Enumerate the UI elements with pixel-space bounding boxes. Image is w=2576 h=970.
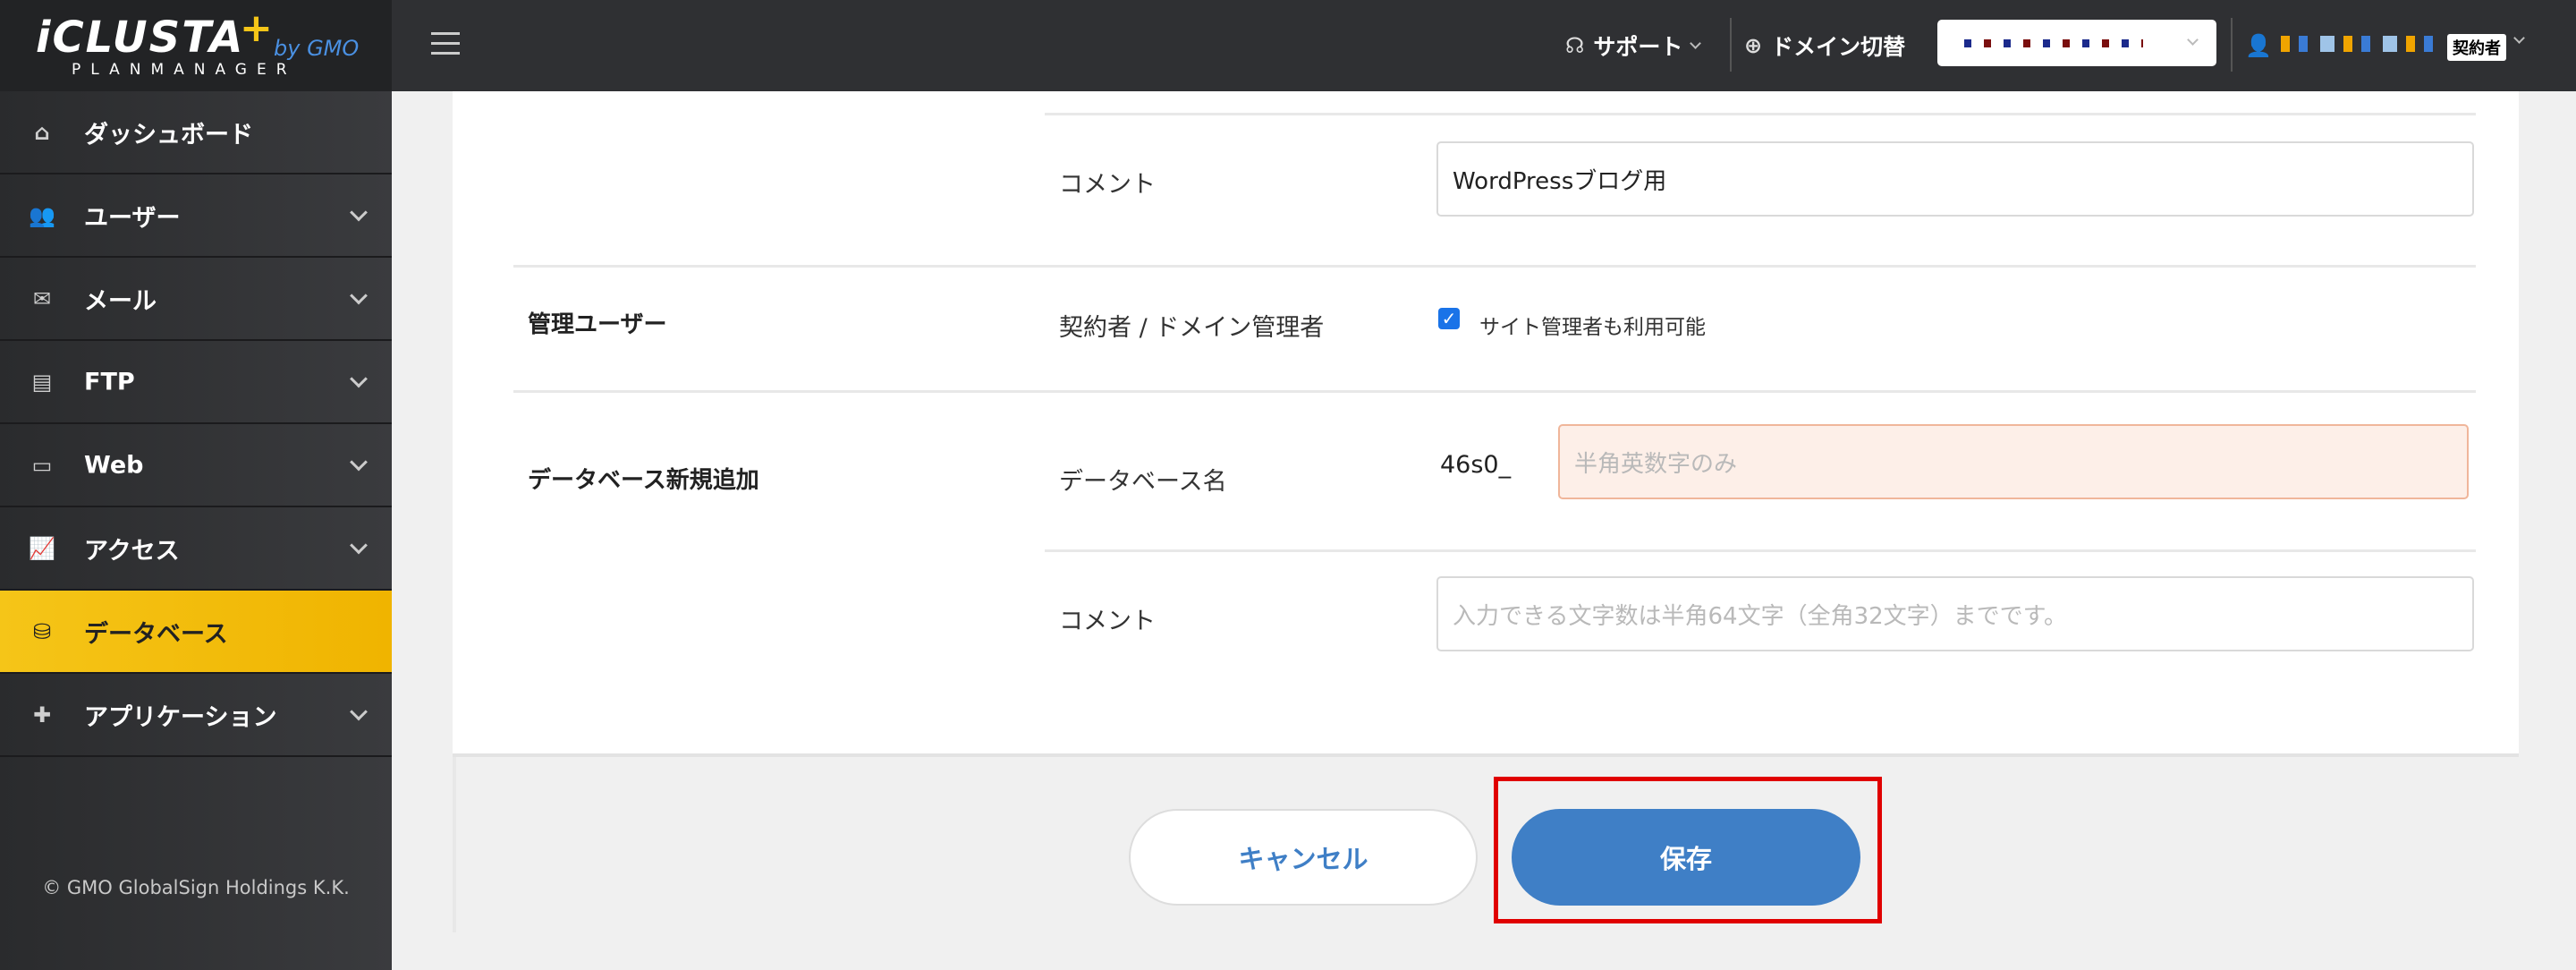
divider [513, 265, 2476, 268]
globe-icon: ⊕ [1744, 33, 1763, 58]
divider [1045, 549, 2476, 552]
chevron-down-icon [350, 702, 368, 720]
chevron-down-icon [1690, 37, 1702, 49]
sidebar-item-dashboard[interactable]: ⌂ ダッシュボード [0, 91, 392, 174]
sidebar-item-label: メール [84, 287, 157, 315]
divider [1045, 113, 2476, 115]
admin-field-label: 契約者 / ドメイン管理者 [1059, 314, 1325, 342]
support-menu[interactable]: ☊ サポート [1565, 0, 1702, 91]
save-button-highlight [1494, 777, 1882, 923]
domain-select[interactable] [1937, 20, 2216, 66]
db-name-input[interactable]: 半角英数字のみ [1558, 424, 2469, 499]
db-name-label: データベース名 [1059, 468, 1227, 496]
support-label: サポート [1593, 34, 1683, 60]
sidebar-item-label: データベース [84, 620, 228, 648]
chevron-down-icon [350, 203, 368, 221]
comment-label: コメント [1059, 171, 1156, 199]
top-bar: ☊ サポート ⊕ ドメイン切替 👤 契約者 [392, 0, 2576, 91]
sidebar-item-access[interactable]: 📈 アクセス [0, 507, 392, 591]
logo-subtitle: PLANMANAGER [72, 61, 297, 79]
sidebar-item-mail[interactable]: ✉ メール [0, 258, 392, 341]
cancel-button[interactable]: キャンセル [1129, 809, 1478, 906]
puzzle-icon: ✚ [32, 702, 52, 728]
sidebar-item-label: ユーザー [84, 204, 181, 232]
sidebar-item-web[interactable]: ▭ Web [0, 424, 392, 507]
logo-plus: + [240, 5, 273, 51]
db-name-prefix: 46s0_ [1440, 451, 1512, 479]
db-name-placeholder: 半角英数字のみ [1574, 450, 1738, 478]
site-admin-checkbox[interactable]: ✓ [1438, 308, 1460, 329]
redacted-domain [1964, 39, 2143, 47]
chart-icon: 📈 [29, 535, 55, 561]
sidebar: iCLUSTA + by GMO PLANMANAGER ⌂ ダッシュボード 👥… [0, 0, 392, 970]
sidebar-item-label: Web [84, 451, 144, 479]
sidebar-item-label: アプリケーション [84, 703, 277, 731]
user-menu[interactable]: 👤 [2245, 0, 2272, 91]
divider [513, 390, 2476, 393]
admin-section-title: 管理ユーザー [528, 311, 667, 338]
comment-value: WordPressブログ用 [1453, 167, 1667, 195]
db-section-title: データベース新規追加 [528, 467, 759, 494]
db-comment-input[interactable]: 入力できる文字数は半角64文字（全角32文字）までです。 [1436, 576, 2474, 651]
sidebar-item-users[interactable]: 👥 ユーザー [0, 174, 392, 258]
logo-by: by GMO [274, 36, 360, 61]
sidebar-item-ftp[interactable]: ▤ FTP [0, 341, 392, 424]
users-icon: 👥 [29, 202, 55, 228]
headset-icon: ☊ [1565, 33, 1585, 58]
sidebar-nav: ⌂ ダッシュボード 👥 ユーザー ✉ メール ▤ FTP ▭ Web 📈 アクセ… [0, 91, 392, 757]
db-comment-label: コメント [1059, 608, 1156, 635]
divider [2231, 18, 2233, 72]
chevron-down-icon [350, 536, 368, 554]
window-icon: ▭ [31, 452, 53, 478]
sidebar-item-database[interactable]: ⛁ データベース [0, 591, 392, 674]
chevron-down-icon[interactable] [2513, 32, 2525, 44]
role-badge: 契約者 [2447, 34, 2506, 61]
domain-switch-label: ドメイン切替 [1771, 34, 1906, 60]
sidebar-item-label: FTP [84, 368, 135, 396]
sidebar-item-application[interactable]: ✚ アプリケーション [0, 674, 392, 757]
chevron-down-icon [2187, 34, 2199, 46]
redacted-user-name [2281, 36, 2442, 52]
logo[interactable]: iCLUSTA + by GMO PLANMANAGER [0, 0, 392, 91]
menu-icon[interactable] [431, 32, 460, 55]
comment-input[interactable]: WordPressブログ用 [1436, 141, 2474, 217]
copyright: © GMO GlobalSign Holdings K.K. [42, 877, 350, 898]
sidebar-item-label: アクセス [84, 537, 180, 565]
chevron-down-icon [350, 453, 368, 471]
db-comment-placeholder: 入力できる文字数は半角64文字（全角32文字）までです。 [1453, 602, 2068, 630]
mail-icon: ✉ [32, 285, 52, 311]
user-icon: 👤 [2245, 33, 2272, 58]
home-icon: ⌂ [34, 119, 50, 145]
sidebar-item-label: ダッシュボード [84, 121, 253, 149]
chevron-down-icon [350, 286, 368, 304]
site-admin-checkbox-label: サイト管理者も利用可能 [1479, 316, 1706, 339]
file-icon: ▤ [31, 369, 53, 395]
divider [1730, 18, 1732, 72]
logo-text: iCLUSTA [36, 13, 245, 63]
database-icon: ⛁ [32, 618, 52, 644]
chevron-down-icon [350, 370, 368, 387]
domain-switch: ⊕ ドメイン切替 [1744, 0, 1905, 91]
